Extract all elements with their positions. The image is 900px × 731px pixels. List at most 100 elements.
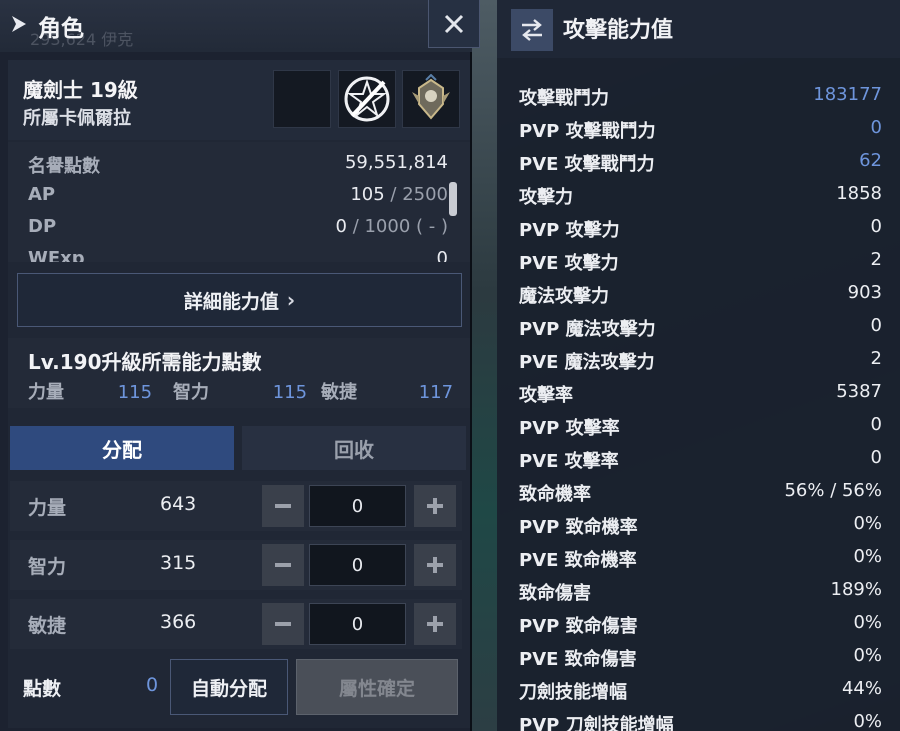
attack-stat-value: 903: [847, 282, 882, 303]
attack-stat-row: PVP 致命傷害 0%: [497, 608, 900, 641]
attack-stat-value: 62: [859, 150, 882, 171]
allocation-label: 敏捷: [28, 615, 67, 637]
attack-stat-row: PVP 致命機率 0%: [497, 509, 900, 542]
detail-stats-button[interactable]: 詳細能力值 ›: [17, 273, 462, 327]
confirm-attributes-button[interactable]: 屬性確定: [296, 659, 458, 715]
allocation-input[interactable]: 0: [309, 603, 406, 645]
attack-stat-label: 攻擊戰鬥力: [519, 88, 609, 109]
attack-stat-row: 致命機率 56% / 56%: [497, 476, 900, 509]
attack-stat-value: 0: [870, 447, 882, 468]
stat-max: 2500: [402, 184, 448, 205]
attack-stat-value: 0%: [853, 513, 882, 534]
auto-allocate-button[interactable]: 自動分配: [170, 659, 288, 715]
stat-value: 0: [437, 248, 448, 262]
level-stat-agility: 敏捷 117: [321, 378, 453, 404]
empty-slot[interactable]: [273, 70, 331, 128]
character-card: 魔劍士 19級 所屬卡佩爾拉: [8, 60, 470, 140]
decrease-button[interactable]: [262, 544, 304, 586]
attack-stat-value: 2: [870, 249, 882, 270]
allocation-value: 643: [160, 493, 197, 515]
attack-stat-row: 魔法攻擊力 903: [497, 278, 900, 311]
allocation-label: 智力: [28, 556, 67, 578]
minus-icon: [275, 563, 291, 567]
plus-icon: [427, 498, 443, 514]
attack-stat-row: PVP 攻擊率 0: [497, 410, 900, 443]
swap-icon: [522, 19, 542, 41]
stat-max: 1000 ( - ): [364, 216, 448, 237]
guild-emblem-slot[interactable]: [402, 70, 460, 128]
stat-value: 0 / 1000 ( - ): [335, 216, 448, 237]
attack-stat-row: 致命傷害 189%: [497, 575, 900, 608]
stat-row-honor: 名譽點數 59,551,814: [8, 148, 448, 178]
attack-stat-row: PVP 攻擊戰鬥力 0: [497, 113, 900, 146]
allocation-row-intelligence: 智力 315 0: [10, 540, 462, 590]
increase-button[interactable]: [414, 485, 456, 527]
attack-stat-value: 44%: [841, 678, 882, 699]
attack-stat-value: 0%: [853, 612, 882, 633]
plus-icon: [427, 557, 443, 573]
close-button[interactable]: [428, 0, 480, 48]
attack-stats-list: 攻擊戰鬥力 183177 PVP 攻擊戰鬥力 0 PVE 攻擊戰鬥力 62 攻擊力 1858 P…: [497, 80, 900, 731]
attack-stat-row: PVP 刀劍技能增幅 0%: [497, 707, 900, 731]
attack-stats-panel: 攻擊能力值 攻擊戰鬥力 183177 PVP 攻擊戰鬥力 0 PVE 攻擊戰鬥力 62 攻擊…: [497, 0, 900, 731]
level-stat-value: 115: [117, 382, 153, 403]
attack-stat-value: 183177: [813, 84, 882, 105]
guild-emblem-icon: [412, 74, 450, 120]
allocation-input[interactable]: 0: [309, 544, 406, 586]
swap-panel-button[interactable]: [511, 9, 553, 51]
attack-stat-label: 攻擊率: [519, 385, 573, 406]
plus-icon: [427, 616, 443, 632]
stat-row-ap: AP 105 / 2500: [8, 180, 448, 210]
level-stat-strength: 力量 115: [28, 378, 152, 404]
increase-button[interactable]: [414, 544, 456, 586]
minus-icon: [275, 504, 291, 508]
attack-stat-row: 攻擊率 5387: [497, 377, 900, 410]
attack-stat-label: 魔法攻擊力: [519, 286, 609, 307]
stat-label: AP: [28, 184, 56, 205]
allocation-tabs: 分配 回收: [10, 426, 466, 470]
chevron-right-icon: ›: [286, 288, 296, 312]
attack-stat-row: 攻擊戰鬥力 183177: [497, 80, 900, 113]
attack-stat-label: PVE 攻擊戰鬥力: [519, 154, 655, 175]
level-stat-label: 敏捷: [321, 382, 357, 403]
character-stats-list[interactable]: 名譽點數 59,551,814 AP 105 / 2500 DP 0 / 100…: [8, 142, 470, 262]
stat-row-dp: DP 0 / 1000 ( - ): [8, 212, 448, 242]
stat-row-wexp: WExp 0: [8, 244, 448, 262]
attack-stat-value: 0%: [853, 645, 882, 666]
level-requirement-box: Lv.190升級所需能力點數 力量 115 智力 115 敏捷 117: [8, 338, 470, 408]
attack-stat-label: PVE 攻擊率: [519, 451, 619, 472]
attack-stat-row: PVE 攻擊戰鬥力 62: [497, 146, 900, 179]
stat-label: DP: [28, 216, 57, 237]
allocation-label: 力量: [28, 497, 67, 519]
stat-value-number: 0: [335, 216, 347, 237]
attack-stat-row: PVE 魔法攻擊力 2: [497, 344, 900, 377]
decrease-button[interactable]: [262, 485, 304, 527]
detail-stats-label: 詳細能力值: [183, 290, 279, 313]
arrow-right-icon: [12, 16, 26, 32]
points-label: 點數: [23, 678, 62, 700]
close-icon: [444, 14, 464, 33]
attack-stat-label: PVE 致命機率: [519, 550, 637, 571]
tab-allocate[interactable]: 分配: [10, 426, 234, 470]
attack-stat-label: 致命機率: [519, 484, 591, 505]
level-stat-label: 智力: [173, 382, 209, 403]
points-value: 0: [146, 674, 159, 696]
attack-stat-label: PVP 攻擊力: [519, 220, 620, 241]
tab-reclaim[interactable]: 回收: [242, 426, 466, 470]
decrease-button[interactable]: [262, 603, 304, 645]
attack-stat-row: PVE 攻擊率 0: [497, 443, 900, 476]
stat-value-number: 59,551,814: [344, 152, 448, 173]
stats-scrollbar[interactable]: [449, 182, 457, 216]
game-background-stripe: [470, 0, 500, 731]
allocation-input[interactable]: 0: [309, 485, 406, 527]
attack-stat-value: 0: [870, 117, 882, 138]
stat-value-number: 105: [350, 184, 385, 205]
attack-stat-label: PVP 致命傷害: [519, 616, 638, 637]
attack-stat-label: PVE 魔法攻擊力: [519, 352, 655, 373]
increase-button[interactable]: [414, 603, 456, 645]
attack-stat-value: 0: [870, 414, 882, 435]
class-slot[interactable]: [338, 70, 396, 128]
character-window-body: 魔劍士 19級 所屬卡佩爾拉 名譽點數 59,551,814 AP 105 / …: [8, 60, 470, 728]
attack-stat-value: 0%: [853, 711, 882, 731]
attack-stat-label: 攻擊力: [519, 187, 573, 208]
